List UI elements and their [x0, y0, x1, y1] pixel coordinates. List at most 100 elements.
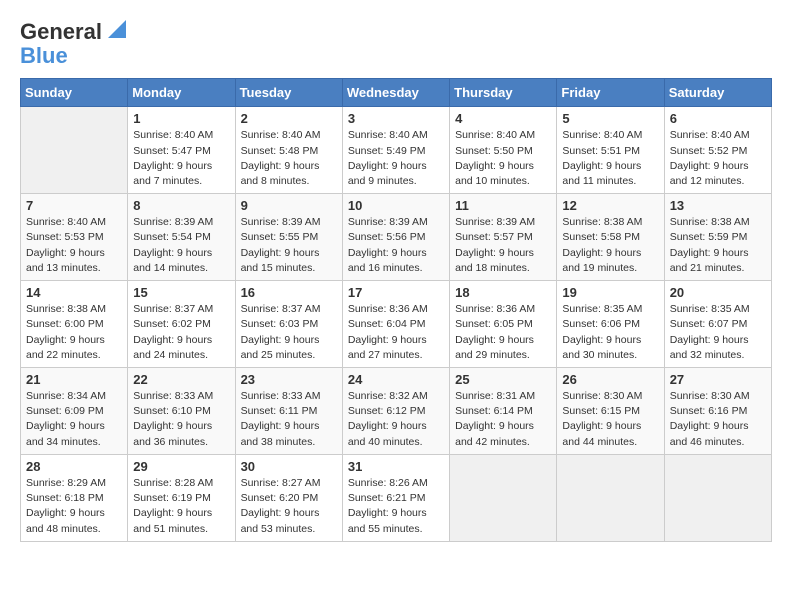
calendar-week-row: 1Sunrise: 8:40 AMSunset: 5:47 PMDaylight… — [21, 107, 772, 194]
calendar-cell — [21, 107, 128, 194]
day-info: Sunrise: 8:28 AMSunset: 6:19 PMDaylight:… — [133, 476, 229, 537]
calendar-cell: 8 Sunrise: 8:39 AMSunset: 5:54 PMDaylight… — [128, 194, 235, 281]
calendar-header-row: SundayMondayTuesdayWednesdayThursdayFrid… — [21, 79, 772, 107]
day-number: 28 — [26, 459, 122, 474]
day-number: 18 — [455, 285, 551, 300]
day-number: 31 — [348, 459, 444, 474]
header-tuesday: Tuesday — [235, 79, 342, 107]
calendar-cell: 2Sunrise: 8:40 AMSunset: 5:48 PMDaylight… — [235, 107, 342, 194]
calendar-cell: 6Sunrise: 8:40 AMSunset: 5:52 PMDaylight… — [664, 107, 771, 194]
header-wednesday: Wednesday — [342, 79, 449, 107]
calendar-cell: 29 Sunrise: 8:28 AMSunset: 6:19 PMDayligh… — [128, 454, 235, 541]
day-info: Sunrise: 8:37 AMSunset: 6:03 PMDaylight:… — [241, 302, 337, 363]
day-number: 22 — [133, 372, 229, 387]
day-number: 21 — [26, 372, 122, 387]
day-info: Sunrise: 8:40 AMSunset: 5:47 PMDaylight:… — [133, 128, 229, 189]
calendar-cell: 15 Sunrise: 8:37 AMSunset: 6:02 PMDayligh… — [128, 281, 235, 368]
calendar-cell — [664, 454, 771, 541]
calendar-cell: 4 Sunrise: 8:40 AMSunset: 5:50 PMDaylight… — [450, 107, 557, 194]
day-info: Sunrise: 8:33 AMSunset: 6:11 PMDaylight:… — [241, 389, 337, 450]
day-number: 11 — [455, 198, 551, 213]
day-number: 14 — [26, 285, 122, 300]
day-info: Sunrise: 8:39 AMSunset: 5:54 PMDaylight:… — [133, 215, 229, 276]
calendar-table: SundayMondayTuesdayWednesdayThursdayFrid… — [20, 78, 772, 541]
calendar-cell: 21 Sunrise: 8:34 AMSunset: 6:09 PMDayligh… — [21, 368, 128, 455]
header-monday: Monday — [128, 79, 235, 107]
day-info: Sunrise: 8:35 AMSunset: 6:06 PMDaylight:… — [562, 302, 658, 363]
day-info: Sunrise: 8:40 AMSunset: 5:50 PMDaylight:… — [455, 128, 551, 189]
day-number: 24 — [348, 372, 444, 387]
day-info: Sunrise: 8:30 AMSunset: 6:15 PMDaylight:… — [562, 389, 658, 450]
day-info: Sunrise: 8:39 AMSunset: 5:55 PMDaylight:… — [241, 215, 337, 276]
calendar-cell: 17 Sunrise: 8:36 AMSunset: 6:04 PMDayligh… — [342, 281, 449, 368]
calendar-cell: 19Sunrise: 8:35 AMSunset: 6:06 PMDayligh… — [557, 281, 664, 368]
calendar-cell: 30Sunrise: 8:27 AMSunset: 6:20 PMDayligh… — [235, 454, 342, 541]
calendar-cell: 13 Sunrise: 8:38 AMSunset: 5:59 PMDayligh… — [664, 194, 771, 281]
day-number: 23 — [241, 372, 337, 387]
calendar-cell: 12 Sunrise: 8:38 AMSunset: 5:58 PMDayligh… — [557, 194, 664, 281]
day-number: 29 — [133, 459, 229, 474]
day-info: Sunrise: 8:34 AMSunset: 6:09 PMDaylight:… — [26, 389, 122, 450]
day-number: 8 — [133, 198, 229, 213]
calendar-cell: 7 Sunrise: 8:40 AMSunset: 5:53 PMDaylight… — [21, 194, 128, 281]
day-number: 27 — [670, 372, 766, 387]
day-info: Sunrise: 8:38 AMSunset: 5:58 PMDaylight:… — [562, 215, 658, 276]
day-info: Sunrise: 8:38 AMSunset: 5:59 PMDaylight:… — [670, 215, 766, 276]
day-number: 10 — [348, 198, 444, 213]
header-sunday: Sunday — [21, 79, 128, 107]
calendar-cell — [450, 454, 557, 541]
day-info: Sunrise: 8:36 AMSunset: 6:04 PMDaylight:… — [348, 302, 444, 363]
day-info: Sunrise: 8:35 AMSunset: 6:07 PMDaylight:… — [670, 302, 766, 363]
calendar-cell: 10 Sunrise: 8:39 AMSunset: 5:56 PMDayligh… — [342, 194, 449, 281]
day-info: Sunrise: 8:31 AMSunset: 6:14 PMDaylight:… — [455, 389, 551, 450]
day-number: 25 — [455, 372, 551, 387]
day-info: Sunrise: 8:37 AMSunset: 6:02 PMDaylight:… — [133, 302, 229, 363]
day-info: Sunrise: 8:39 AMSunset: 5:57 PMDaylight:… — [455, 215, 551, 276]
day-number: 4 — [455, 111, 551, 126]
calendar-cell: 1Sunrise: 8:40 AMSunset: 5:47 PMDaylight… — [128, 107, 235, 194]
day-number: 20 — [670, 285, 766, 300]
day-info: Sunrise: 8:40 AMSunset: 5:53 PMDaylight:… — [26, 215, 122, 276]
header-friday: Friday — [557, 79, 664, 107]
day-number: 17 — [348, 285, 444, 300]
day-number: 3 — [348, 111, 444, 126]
calendar-cell: 3Sunrise: 8:40 AMSunset: 5:49 PMDaylight… — [342, 107, 449, 194]
day-info: Sunrise: 8:39 AMSunset: 5:56 PMDaylight:… — [348, 215, 444, 276]
calendar-cell: 23 Sunrise: 8:33 AMSunset: 6:11 PMDayligh… — [235, 368, 342, 455]
calendar-cell: 14 Sunrise: 8:38 AMSunset: 6:00 PMDayligh… — [21, 281, 128, 368]
calendar-cell: 20 Sunrise: 8:35 AMSunset: 6:07 PMDayligh… — [664, 281, 771, 368]
calendar-week-row: 28 Sunrise: 8:29 AMSunset: 6:18 PMDayligh… — [21, 454, 772, 541]
calendar-cell: 26 Sunrise: 8:30 AMSunset: 6:15 PMDayligh… — [557, 368, 664, 455]
calendar-cell: 9 Sunrise: 8:39 AMSunset: 5:55 PMDaylight… — [235, 194, 342, 281]
logo-text-general: General — [20, 20, 102, 44]
day-info: Sunrise: 8:30 AMSunset: 6:16 PMDaylight:… — [670, 389, 766, 450]
day-number: 15 — [133, 285, 229, 300]
calendar-cell: 11 Sunrise: 8:39 AMSunset: 5:57 PMDayligh… — [450, 194, 557, 281]
day-number: 7 — [26, 198, 122, 213]
day-number: 13 — [670, 198, 766, 213]
day-number: 12 — [562, 198, 658, 213]
calendar-week-row: 21 Sunrise: 8:34 AMSunset: 6:09 PMDayligh… — [21, 368, 772, 455]
calendar-cell: 24 Sunrise: 8:32 AMSunset: 6:12 PMDayligh… — [342, 368, 449, 455]
calendar-cell: 28 Sunrise: 8:29 AMSunset: 6:18 PMDayligh… — [21, 454, 128, 541]
header-saturday: Saturday — [664, 79, 771, 107]
day-info: Sunrise: 8:38 AMSunset: 6:00 PMDaylight:… — [26, 302, 122, 363]
day-number: 16 — [241, 285, 337, 300]
day-number: 26 — [562, 372, 658, 387]
logo-text-blue: Blue — [20, 44, 68, 68]
header-thursday: Thursday — [450, 79, 557, 107]
day-info: Sunrise: 8:26 AMSunset: 6:21 PMDaylight:… — [348, 476, 444, 537]
day-number: 2 — [241, 111, 337, 126]
calendar-week-row: 14 Sunrise: 8:38 AMSunset: 6:00 PMDayligh… — [21, 281, 772, 368]
calendar-week-row: 7 Sunrise: 8:40 AMSunset: 5:53 PMDaylight… — [21, 194, 772, 281]
day-number: 9 — [241, 198, 337, 213]
day-info: Sunrise: 8:36 AMSunset: 6:05 PMDaylight:… — [455, 302, 551, 363]
day-info: Sunrise: 8:29 AMSunset: 6:18 PMDaylight:… — [26, 476, 122, 537]
logo-arrow-icon — [104, 20, 126, 42]
day-number: 6 — [670, 111, 766, 126]
calendar-cell: 31 Sunrise: 8:26 AMSunset: 6:21 PMDayligh… — [342, 454, 449, 541]
day-info: Sunrise: 8:40 AMSunset: 5:51 PMDaylight:… — [562, 128, 658, 189]
page-header: General Blue — [20, 20, 772, 68]
day-info: Sunrise: 8:32 AMSunset: 6:12 PMDaylight:… — [348, 389, 444, 450]
calendar-cell: 18 Sunrise: 8:36 AMSunset: 6:05 PMDayligh… — [450, 281, 557, 368]
